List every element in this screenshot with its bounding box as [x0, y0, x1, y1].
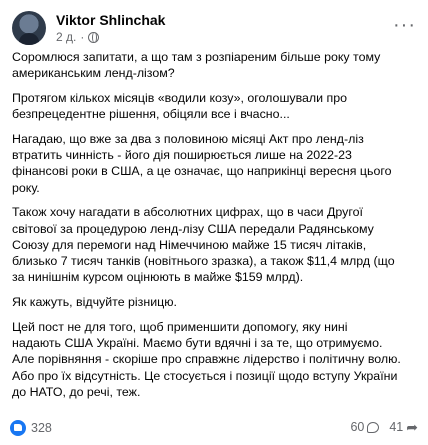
- post-paragraph: Соромлюся запитати, а що там з розпіарен…: [12, 50, 381, 81]
- likes-count: 328: [31, 421, 52, 435]
- comments-count: 60: [350, 420, 365, 434]
- post-paragraph: Також хочу нагадати в абсолютних цифрах,…: [12, 205, 395, 285]
- shares-stat[interactable]: 41 ➦: [389, 420, 418, 434]
- reactions-summary[interactable]: 328: [10, 420, 52, 436]
- post-paragraph: Як кажуть, відчуйте різницю.: [12, 295, 177, 310]
- facebook-post: Viktor Shlinchak 2 д. · ··· Соромлюся за…: [0, 0, 428, 445]
- post-time[interactable]: 2 д.: [56, 30, 76, 44]
- like-icon: [10, 420, 26, 436]
- share-icon: ➦: [406, 419, 418, 435]
- globe-icon: [88, 31, 100, 43]
- comment-icon: [367, 421, 380, 433]
- shares-count: 41: [389, 420, 404, 434]
- post-body: Соромлюся запитати, а що там з розпіарен…: [12, 49, 416, 408]
- post-paragraph: Протягом кількох місяців «водили козу», …: [12, 90, 347, 122]
- post-header: Viktor Shlinchak 2 д. · ···: [12, 11, 416, 45]
- post-meta: 2 д. ·: [56, 30, 100, 44]
- post-paragraph: Нагадаю, що вже за два з половиною місяц…: [12, 131, 392, 195]
- post-footer: 328 60 41 ➦: [10, 420, 418, 440]
- comments-stat[interactable]: 60: [350, 420, 380, 434]
- author-name[interactable]: Viktor Shlinchak: [56, 12, 165, 28]
- author-avatar[interactable]: [12, 11, 46, 45]
- more-options-icon[interactable]: ···: [393, 15, 416, 35]
- post-meta-separator: ·: [80, 30, 85, 44]
- post-paragraph: Цей пост не для того, щоб применшити доп…: [12, 319, 401, 399]
- engagement-stats: 60 41 ➦: [350, 420, 418, 434]
